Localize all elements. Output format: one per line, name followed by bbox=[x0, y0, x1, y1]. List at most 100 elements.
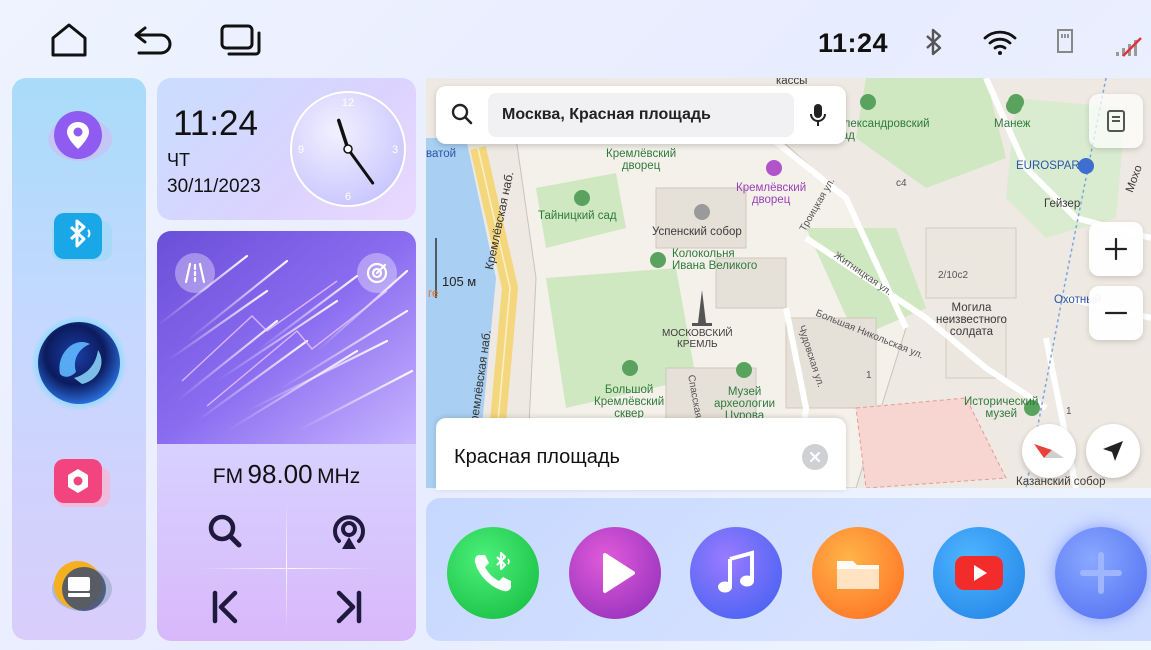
radio-frequency-unit: MHz bbox=[317, 465, 361, 488]
dial-9: 9 bbox=[298, 144, 304, 156]
navigation-arrow-icon bbox=[1103, 441, 1123, 461]
clock-widget[interactable]: 11:24 ЧТ 30/11/2023 12 3 6 9 bbox=[157, 78, 416, 220]
map-label-kremlin-palace: Кремлёвский дворец bbox=[606, 148, 677, 172]
map-label-bell-tower: Колокольня Ивана Великого bbox=[672, 248, 758, 272]
youtube-icon bbox=[955, 556, 1003, 590]
app-music[interactable] bbox=[690, 527, 782, 619]
map-label-kremlin-palace-2: Кремлёвский дворец bbox=[736, 182, 807, 206]
widget-day: ЧТ bbox=[167, 150, 190, 170]
place-close-button[interactable] bbox=[802, 444, 828, 470]
app-files[interactable] bbox=[812, 527, 904, 619]
map-pin-icon bbox=[48, 111, 112, 161]
zoom-out-button[interactable] bbox=[1089, 286, 1143, 340]
radio-widget[interactable]: FM 98.00 MHz bbox=[157, 231, 416, 641]
wifi-icon bbox=[982, 28, 1018, 56]
map-label-tomb: Могила неизвестного солдата bbox=[936, 302, 1007, 338]
my-location-button[interactable] bbox=[1086, 424, 1140, 478]
app-add-button[interactable] bbox=[1055, 527, 1147, 619]
voice-search-button[interactable] bbox=[808, 102, 828, 133]
app-video[interactable] bbox=[569, 527, 661, 619]
microphone-icon bbox=[810, 104, 826, 126]
dial-3: 3 bbox=[392, 144, 398, 156]
map-label-manezh: Манеж bbox=[994, 118, 1031, 130]
close-icon bbox=[810, 452, 820, 462]
dock-navigation-button[interactable] bbox=[42, 100, 116, 174]
folder-icon bbox=[837, 561, 879, 589]
radio-frequency: FM 98.00 MHz bbox=[157, 459, 416, 490]
map-scale-label: 105 м bbox=[442, 274, 477, 289]
recent-apps-button[interactable] bbox=[216, 18, 266, 62]
map-search-card: Москва, Красная площадь bbox=[436, 86, 846, 144]
layers-icon bbox=[1107, 110, 1125, 132]
next-icon bbox=[336, 590, 362, 624]
play-icon bbox=[603, 553, 635, 593]
widget-date: 30/11/2023 bbox=[167, 176, 261, 197]
map-label-historical-museum: Исторический музей bbox=[964, 396, 1039, 420]
map-label-big-kremlin-square: Большой Кремлёвский сквер bbox=[594, 384, 665, 420]
map-search-button[interactable] bbox=[450, 102, 474, 131]
map-label-taynitsky: Тайницкий сад bbox=[538, 210, 617, 222]
place-card[interactable]: Красная площадь bbox=[436, 418, 846, 490]
dock-assistant-button[interactable] bbox=[30, 314, 128, 412]
map-label-aleksandr-sad: Александровский сад bbox=[836, 118, 930, 142]
map-label-house-1b: 1 bbox=[1066, 406, 1072, 417]
map-label-museum-archaeology: Музей археологии Цурова bbox=[714, 386, 776, 422]
back-icon bbox=[134, 26, 172, 55]
bluetooth-icon bbox=[52, 213, 112, 261]
zoom-in-button[interactable] bbox=[1089, 222, 1143, 276]
map-label-house-2-10c2: 2/10с2 bbox=[938, 270, 969, 281]
dock-split-screen-button[interactable] bbox=[42, 548, 116, 622]
status-time: 11:24 bbox=[818, 28, 889, 58]
search-icon bbox=[451, 103, 473, 125]
settings-hex-icon bbox=[54, 459, 110, 507]
widget-time: 11:24 bbox=[173, 104, 258, 143]
status-bar: 11:24 bbox=[0, 0, 1151, 76]
map-label-geyser: Гейзер bbox=[1044, 198, 1081, 210]
map-label-kazansky: Казанский собор bbox=[1016, 476, 1106, 488]
app-bt-phone[interactable] bbox=[447, 527, 539, 619]
assistant-orb-icon bbox=[31, 315, 127, 411]
plus-icon bbox=[1080, 552, 1122, 594]
compass-icon bbox=[1034, 444, 1064, 458]
radio-search-button[interactable] bbox=[190, 503, 260, 559]
map-label-house-1a: 1 bbox=[866, 370, 872, 381]
map-label-vodovzvodnaya: ватой bbox=[426, 148, 457, 160]
map-label-eurospar: EUROSPAR bbox=[1016, 160, 1080, 172]
back-button[interactable] bbox=[128, 18, 178, 62]
dock-bluetooth-button[interactable] bbox=[42, 200, 116, 274]
sd-card-icon bbox=[1055, 28, 1075, 54]
radio-prev-button[interactable] bbox=[190, 579, 260, 635]
bluetooth-phone-icon bbox=[474, 551, 511, 592]
scan-icon bbox=[366, 262, 388, 284]
map-label-partial-shop: ге bbox=[428, 288, 439, 300]
dial-12: 12 bbox=[342, 97, 354, 109]
app-dock bbox=[12, 78, 146, 640]
bluetooth-icon bbox=[922, 28, 946, 56]
analog-clock: 12 3 6 9 bbox=[290, 91, 406, 207]
split-screen-icon bbox=[52, 561, 112, 611]
map-compass-button[interactable] bbox=[1022, 424, 1076, 478]
place-title: Красная площадь bbox=[454, 446, 620, 468]
home-button[interactable] bbox=[44, 18, 94, 62]
radio-next-button[interactable] bbox=[314, 579, 384, 635]
dock-settings-button[interactable] bbox=[42, 444, 116, 518]
music-note-icon bbox=[718, 550, 754, 593]
radio-band: FM bbox=[212, 465, 244, 488]
map-layers-button[interactable] bbox=[1089, 94, 1143, 148]
road-icon bbox=[184, 262, 206, 284]
radio-broadcast-button[interactable] bbox=[314, 503, 384, 559]
broadcast-icon bbox=[333, 515, 365, 549]
minus-icon bbox=[1104, 311, 1128, 315]
recent-apps-icon bbox=[220, 24, 261, 56]
map-label-kremlin: МОСКОВСКИЙ КРЕМЛЬ bbox=[662, 328, 733, 350]
home-icon bbox=[51, 23, 87, 57]
no-signal-icon bbox=[1114, 34, 1144, 58]
radio-scan-button[interactable] bbox=[357, 253, 397, 293]
map-search-input[interactable]: Москва, Красная площадь bbox=[488, 93, 794, 137]
app-youtube[interactable] bbox=[933, 527, 1025, 619]
radio-road-button[interactable] bbox=[175, 253, 215, 293]
plus-icon bbox=[1104, 237, 1128, 261]
map-label-uspensky: Успенский собор bbox=[652, 226, 742, 238]
prev-icon bbox=[212, 590, 238, 624]
dial-6: 6 bbox=[345, 191, 351, 203]
